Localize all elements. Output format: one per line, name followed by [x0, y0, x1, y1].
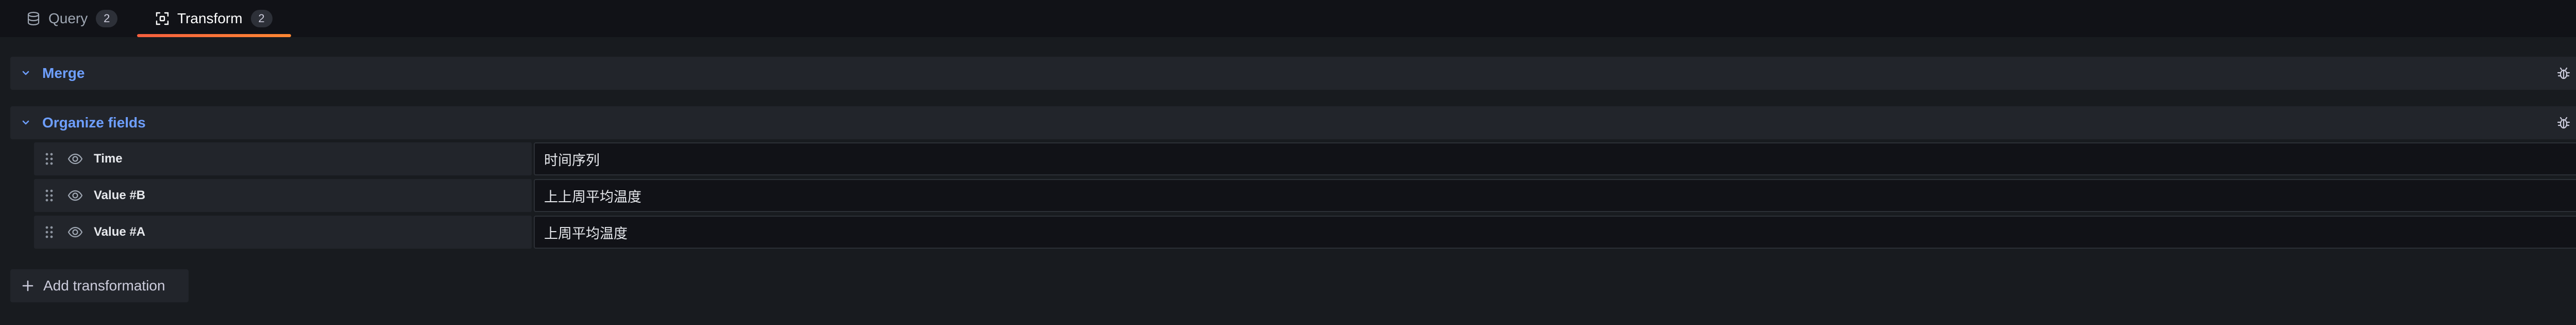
- field-row-value-b: Value #B: [34, 179, 2576, 212]
- drag-handle-icon[interactable]: [43, 225, 56, 239]
- transformation-title[interactable]: Merge: [42, 57, 84, 90]
- field-name: Value #B: [94, 188, 146, 202]
- transformation-title[interactable]: Organize fields: [42, 106, 146, 139]
- tab-transform-count-badge: 2: [250, 10, 273, 27]
- transformation-row-organize-fields[interactable]: Organize fields: [10, 106, 2576, 139]
- field-rename-input[interactable]: [534, 179, 2576, 212]
- eye-icon[interactable]: [67, 224, 83, 240]
- eye-icon[interactable]: [67, 151, 83, 167]
- transformation-actions: [2544, 113, 2576, 132]
- transformations-panel: Merge Organize fields Time 时间序列 Value #B…: [0, 37, 2576, 325]
- field-name-cell: Value #A: [34, 216, 532, 249]
- field-name: Value #A: [94, 225, 146, 239]
- plus-icon: [21, 279, 35, 293]
- debug-icon[interactable]: [2554, 113, 2573, 132]
- tab-query-label: Query: [48, 10, 88, 26]
- field-row-value-a: Value #A: [34, 216, 2576, 249]
- tab-transform[interactable]: Transform 2: [137, 0, 291, 37]
- field-row-time: Time: [34, 142, 2576, 175]
- tab-query-count-badge: 2: [96, 10, 118, 27]
- chevron-down-icon[interactable]: [19, 116, 33, 130]
- field-name-cell: Value #B: [34, 179, 532, 212]
- query-editor-tabs: Query 2 Transform 2: [0, 0, 2576, 37]
- drag-handle-icon[interactable]: [43, 152, 56, 166]
- tab-query[interactable]: Query 2: [26, 0, 118, 37]
- debug-icon[interactable]: [2554, 64, 2573, 83]
- chevron-right-icon[interactable]: [19, 66, 33, 80]
- field-rename-input[interactable]: [534, 142, 2576, 175]
- tab-transform-label: Transform: [177, 10, 243, 26]
- eye-icon[interactable]: [67, 188, 83, 203]
- transformation-row-merge[interactable]: Merge: [10, 57, 2576, 90]
- add-transformation-button[interactable]: Add transformation: [10, 269, 189, 302]
- drag-handle-icon[interactable]: [43, 188, 56, 203]
- add-transformation-label: Add transformation: [43, 278, 165, 294]
- field-rename-input[interactable]: [534, 216, 2576, 249]
- transformation-actions: [2544, 64, 2576, 83]
- field-name: Time: [94, 152, 123, 166]
- database-icon: [26, 11, 41, 26]
- transform-icon: [155, 11, 170, 26]
- field-name-cell: Time: [34, 142, 532, 175]
